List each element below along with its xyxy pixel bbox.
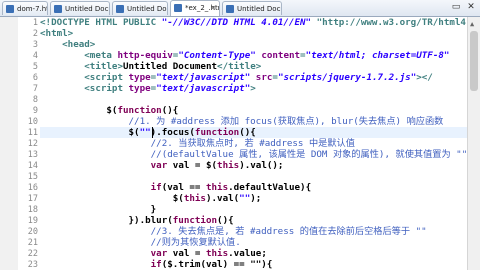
- file-icon: [116, 5, 124, 13]
- line-number: 9: [32, 106, 38, 116]
- line-number: 3: [32, 40, 38, 50]
- code-token: if: [150, 259, 162, 270]
- editor-tab[interactable]: Untitled Document: [50, 1, 110, 15]
- line-number: 8: [32, 95, 38, 105]
- line-number: 18: [27, 205, 38, 215]
- code-token: "": [239, 193, 251, 204]
- line-number: 21: [27, 238, 38, 248]
- text-caret: [152, 127, 153, 138]
- file-icon: [54, 5, 62, 13]
- line-numbers: 1 2 3 4 5 6 7 8 9 10 11 12 13 14 15 16 17 18 19 20 21 22 23: [18, 17, 40, 270]
- code-token: "text/javascript": [156, 83, 251, 94]
- line-number: 7: [32, 84, 38, 94]
- close-window-icon[interactable]: ✕: [465, 2, 477, 13]
- editor-tab[interactable]: Untitled Document: [222, 1, 282, 15]
- code-line[interactable]: if($.trim(val) == ""){: [40, 258, 273, 270]
- code-token: ).val();: [239, 160, 284, 171]
- line-number: 2: [32, 29, 38, 39]
- line-number: 20: [27, 227, 38, 237]
- editor-tab[interactable]: Untitled Document: [112, 1, 168, 15]
- code-token: "-//W3C//DTD HTML 4.01//EN": [161, 17, 312, 28]
- restore-icon[interactable]: ▭: [450, 2, 462, 13]
- code-token: ($.trim(val) == ""){: [161, 259, 273, 270]
- editor-tab[interactable]: *ex_2_.html×: [170, 0, 220, 16]
- line-number: 11: [27, 128, 38, 138]
- tab-label: Untitled Document: [127, 5, 167, 13]
- code-token: this: [183, 193, 206, 204]
- annotation-gutter: [0, 17, 19, 270]
- line-number: 12: [27, 139, 38, 149]
- file-icon: [174, 4, 182, 12]
- tab-label: dom-7.html: [17, 5, 47, 13]
- code-token: ).val(: [205, 193, 240, 204]
- line-number: 16: [27, 183, 38, 193]
- editor-tab[interactable]: dom-7.html: [2, 1, 48, 15]
- code-token: >: [250, 83, 256, 94]
- code-line[interactable]: <!DOCTYPE HTML PUBLIC "-//W3C//DTD HTML …: [40, 17, 466, 30]
- line-number: 17: [27, 194, 38, 204]
- code-token: content: [255, 50, 301, 61]
- line-number: 19: [27, 216, 38, 226]
- line-number: 1: [32, 18, 38, 28]
- file-icon: [6, 5, 14, 13]
- code-line[interactable]: <script type="text/javascript">: [40, 82, 256, 96]
- vertical-scrollbar[interactable]: ▲: [467, 17, 480, 270]
- tab-label: Untitled Document: [237, 5, 281, 13]
- code-token: "scripts/jquery-1.7.2.js": [277, 72, 417, 83]
- line-number: 15: [27, 172, 38, 182]
- line-number: 23: [27, 260, 38, 270]
- line-number: 13: [27, 150, 38, 160]
- scrollbar-thumb[interactable]: [470, 31, 478, 91]
- code-token: );: [250, 193, 262, 204]
- code-token: type: [128, 83, 151, 94]
- line-number: 6: [32, 73, 38, 83]
- code-token: var: [150, 160, 168, 171]
- line-number: 22: [27, 249, 38, 259]
- line-number: 5: [32, 62, 38, 72]
- code-token: val = $(: [167, 160, 218, 171]
- code-token: this: [217, 160, 240, 171]
- file-icon: [226, 5, 234, 13]
- tab-close-icon[interactable]: ×: [210, 1, 216, 15]
- code-token: <script: [40, 83, 129, 94]
- code-editor[interactable]: <!DOCTYPE HTML PUBLIC "-//W3C//DTD HTML …: [40, 17, 468, 270]
- code-token: "text/html; charset=UTF-8": [305, 50, 450, 61]
- line-number: 14: [27, 161, 38, 171]
- line-number: 4: [32, 51, 38, 61]
- tab-label: Untitled Document: [65, 5, 109, 13]
- line-number: 10: [27, 117, 38, 127]
- code-line[interactable]: var val = $(this).val();: [40, 159, 284, 173]
- code-token: "http://www.w3.org/TR/html4: [311, 17, 466, 28]
- scroll-up-icon[interactable]: ▲: [470, 20, 474, 28]
- code-token: ></: [416, 72, 433, 83]
